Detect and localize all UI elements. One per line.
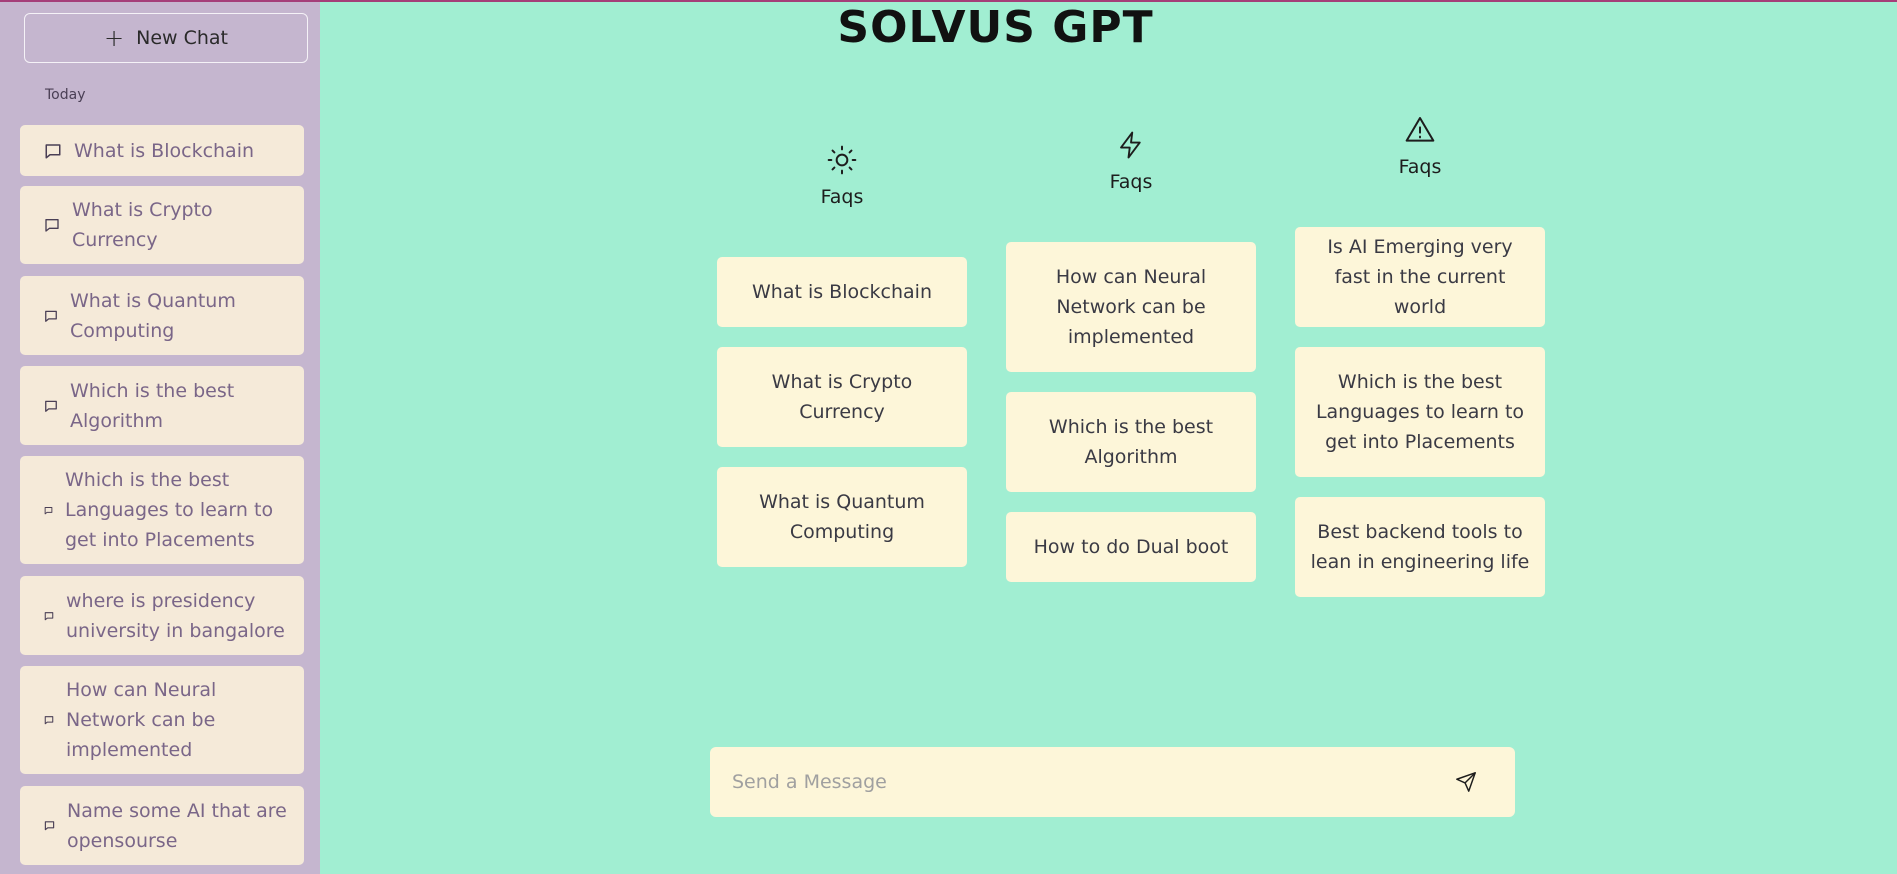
chat-bubble-icon <box>44 715 54 725</box>
faq-card-label: Is AI Emerging very fast in the current … <box>1327 236 1513 318</box>
chat-bubble-icon <box>44 142 62 160</box>
faq-card[interactable]: Best backend tools to lean in engineerin… <box>1295 497 1545 597</box>
send-button[interactable] <box>1455 771 1477 793</box>
faq-card[interactable]: What is Quantum Computing <box>717 467 967 567</box>
sun-icon <box>827 145 857 175</box>
faq-column-header: Faqs <box>1006 129 1256 193</box>
faq-card-label: Which is the best Algorithm <box>1048 416 1214 468</box>
plus-icon: + <box>104 24 125 52</box>
faq-card-label: How can Neural Network can be implemente… <box>1055 266 1207 348</box>
faq-column-heading: Faqs <box>820 186 864 208</box>
history-item-label: Name some AI that are opensourse <box>67 799 287 852</box>
send-icon <box>1456 772 1476 792</box>
faq-card[interactable]: How to do Dual boot <box>1006 512 1256 582</box>
faq-card[interactable]: What is Blockchain <box>717 257 967 327</box>
history-item[interactable]: What is Quantum Computing <box>20 276 304 355</box>
faq-column-header: Faqs <box>717 144 967 208</box>
history-item[interactable]: What is Crypto Currency <box>20 186 304 264</box>
chat-bubble-icon <box>44 611 54 621</box>
faq-card[interactable]: Which is the best Algorithm <box>1006 392 1256 492</box>
lightning-icon <box>1120 131 1141 159</box>
history-item[interactable]: Which is the best Algorithm <box>20 366 304 445</box>
message-input[interactable] <box>730 770 1455 794</box>
faq-card-label: Best backend tools to lean in engineerin… <box>1310 521 1530 573</box>
faq-card-label: What is Crypto Currency <box>771 371 913 423</box>
history-item-label: where is presidency university in bangal… <box>66 589 285 642</box>
history-item[interactable]: Name some AI that are opensourse <box>20 786 304 865</box>
history-section-label: Today <box>45 87 86 103</box>
faq-card[interactable]: How can Neural Network can be implemente… <box>1006 242 1256 372</box>
history-item-label: What is Quantum Computing <box>70 289 236 342</box>
sidebar: + New Chat Today What is Blockchain What… <box>0 2 320 874</box>
faq-card-label: How to do Dual boot <box>1033 536 1229 558</box>
new-chat-button[interactable]: + New Chat <box>24 13 308 63</box>
history-item-label: What is Blockchain <box>74 139 255 162</box>
chat-bubble-icon <box>44 309 58 323</box>
history-item[interactable]: Which is the best Languages to learn to … <box>20 456 304 564</box>
faq-card-label: What is Quantum Computing <box>759 491 925 543</box>
faq-column-header: Faqs <box>1295 114 1545 178</box>
chat-bubble-icon <box>44 820 55 831</box>
faq-card-label: What is Blockchain <box>751 281 933 303</box>
new-chat-label: New Chat <box>136 27 228 49</box>
page-title-text: SOLVUS GPT <box>837 2 1154 53</box>
history-item[interactable]: where is presidency university in bangal… <box>20 576 304 655</box>
history-item-label: How can Neural Network can be implemente… <box>66 679 217 761</box>
history-item-label: What is Crypto Currency <box>72 199 213 251</box>
warning-icon <box>1405 117 1435 142</box>
page-title: SOLVUS GPT <box>320 2 1897 53</box>
faq-card-label: Which is the best Languages to learn to … <box>1315 371 1525 453</box>
chat-bubble-icon <box>44 399 58 413</box>
message-composer <box>710 747 1515 817</box>
faq-card[interactable]: What is Crypto Currency <box>717 347 967 447</box>
history-item-label: Which is the best Algorithm <box>70 379 235 432</box>
faq-card[interactable]: Which is the best Languages to learn to … <box>1295 347 1545 477</box>
history-item[interactable]: What is Blockchain <box>20 125 304 176</box>
faq-column-heading: Faqs <box>1398 156 1442 178</box>
faq-column-heading: Faqs <box>1109 171 1153 193</box>
history-item[interactable]: How can Neural Network can be implemente… <box>20 666 304 774</box>
chat-bubble-icon <box>44 506 53 515</box>
chat-bubble-icon <box>44 217 60 233</box>
faq-card[interactable]: Is AI Emerging very fast in the current … <box>1295 227 1545 327</box>
history-item-label: Which is the best Languages to learn to … <box>65 469 274 551</box>
